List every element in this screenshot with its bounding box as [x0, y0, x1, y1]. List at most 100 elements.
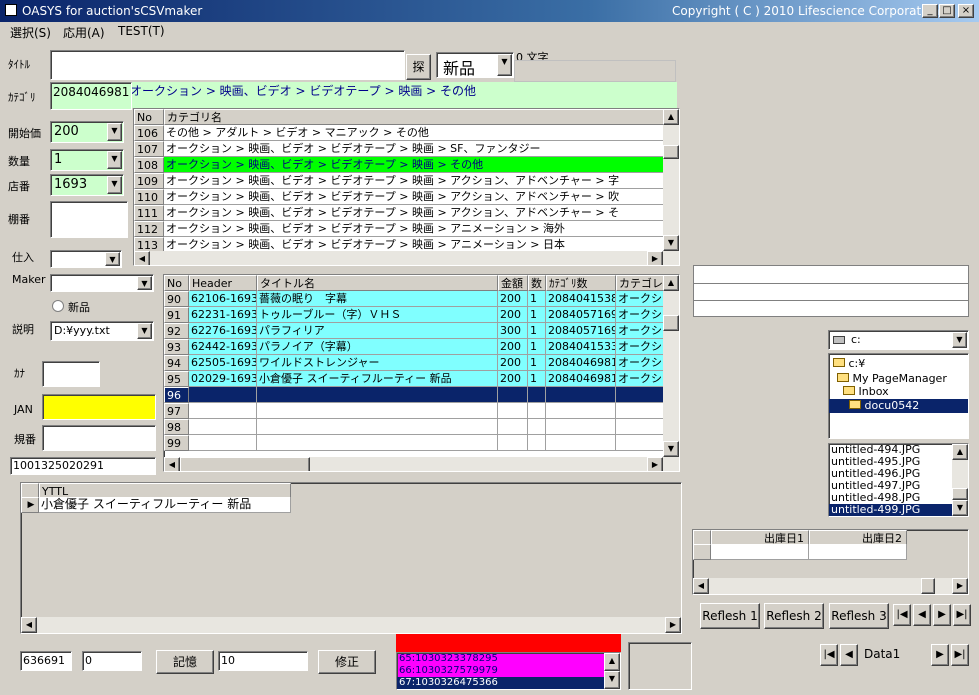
- item-cell-t[interactable]: ワイルドストレンジャー: [257, 355, 498, 371]
- maker-select[interactable]: ▼: [50, 274, 154, 292]
- ship-date-2-cell[interactable]: [809, 544, 907, 560]
- chevron-down-icon[interactable]: ▼: [137, 323, 152, 339]
- item-cell-t[interactable]: パラノイア（字幕）: [257, 339, 498, 355]
- category-name-cell[interactable]: その他 > アダルト > ビデオ > マニアック > その他: [164, 125, 664, 141]
- count-input[interactable]: 636691: [20, 651, 72, 671]
- item-cell-p[interactable]: 200: [498, 355, 528, 371]
- item-cell-g[interactable]: オークシ: [616, 371, 666, 387]
- scroll-left-icon[interactable]: ◀: [164, 457, 180, 471]
- category-row[interactable]: 110 オークション > 映画、ビデオ > ビデオテープ > 映画 > アクション…: [134, 189, 664, 205]
- list-item[interactable]: 67:1030326475366: [397, 677, 604, 689]
- prev-record-icon[interactable]: ◀: [913, 604, 931, 626]
- item-cell-g[interactable]: オークシ: [616, 339, 666, 355]
- item-cell-q[interactable]: [528, 403, 546, 419]
- item-cell-t[interactable]: トゥルーブルー（字）ＶＨＳ: [257, 307, 498, 323]
- chevron-down-icon[interactable]: ▼: [107, 176, 122, 194]
- category-grid[interactable]: No カテゴリ名 106 その他 > アダルト > ビデオ > マニアック > そ…: [133, 108, 680, 266]
- scroll-up-icon[interactable]: ▲: [604, 653, 620, 671]
- yttl-grid[interactable]: YTTL ▶ 小倉優子 スイーティフルーティー 新品 ◀ ▶: [20, 482, 682, 634]
- item-cell-q[interactable]: 1: [528, 371, 546, 387]
- item-grid[interactable]: No Header タイトル名 金額 数 ｶﾃｺﾞﾘ数 カテゴレ 90 62106…: [163, 274, 680, 472]
- store-select[interactable]: 1693 ▼: [50, 174, 124, 196]
- item-hscroll[interactable]: ◀ ▶: [164, 457, 679, 471]
- item-cell-p[interactable]: [498, 419, 528, 435]
- item-cell-q[interactable]: [528, 419, 546, 435]
- scroll-down-icon[interactable]: ▼: [663, 235, 679, 251]
- scroll-right-icon[interactable]: ▶: [647, 251, 663, 265]
- item-cell-q[interactable]: 1: [528, 323, 546, 339]
- item-row[interactable]: 93 62442-1693 パラノイア（字幕） 200 1 2084041533 オークシ: [164, 339, 666, 355]
- chevron-down-icon[interactable]: ▼: [105, 252, 120, 266]
- desc-file-select[interactable]: D:¥yyy.txt ▼: [50, 321, 154, 341]
- scroll-left-icon[interactable]: ◀: [693, 578, 709, 594]
- menu-select[interactable]: 選択(S): [10, 24, 51, 41]
- item-cell-h[interactable]: 02029-1693: [189, 371, 257, 387]
- item-cell-t[interactable]: 薔薇の眠り 字幕: [257, 291, 498, 307]
- item-cell-g[interactable]: オークシ: [616, 323, 666, 339]
- category-name-cell[interactable]: オークション > 映画、ビデオ > ビデオテープ > 映画 > アクション、アド…: [164, 189, 664, 205]
- category-name-cell[interactable]: オークション > 映画、ビデオ > ビデオテープ > 映画 > SF、ファンタジ…: [164, 141, 664, 157]
- scroll-right-icon[interactable]: ▶: [665, 617, 681, 633]
- item-row[interactable]: 99: [164, 435, 666, 451]
- memo-button[interactable]: 記憶: [156, 650, 214, 674]
- ship-date-grid[interactable]: 出庫日1 出庫日2 ◀ ▶: [692, 529, 969, 595]
- category-row[interactable]: 112 オークション > 映画、ビデオ > ビデオテープ > 映画 > アニメーシ…: [134, 221, 664, 237]
- data-first-icon[interactable]: |◀: [820, 644, 838, 666]
- item-cell-h[interactable]: [189, 419, 257, 435]
- item-cell-t[interactable]: [257, 403, 498, 419]
- memo-input[interactable]: 10: [218, 651, 308, 671]
- item-cell-g[interactable]: オークシ: [616, 291, 666, 307]
- item-cell-p[interactable]: [498, 435, 528, 451]
- refresh-3-button[interactable]: Reflesh 3: [829, 603, 889, 629]
- refresh-2-button[interactable]: Reflesh 2: [764, 603, 824, 629]
- item-row[interactable]: 92 62276-1693 パラフィリア 300 1 2084057169 オークシ: [164, 323, 666, 339]
- data-prev-icon[interactable]: ◀: [840, 644, 858, 666]
- item-cell-t[interactable]: 小倉優子 スイーティフルーティー 新品: [257, 371, 498, 387]
- item-cell-c[interactable]: [546, 419, 616, 435]
- shelf-input[interactable]: [50, 201, 128, 238]
- item-cell-g[interactable]: [616, 435, 666, 451]
- close-icon[interactable]: ×: [958, 4, 974, 18]
- fix-button[interactable]: 修正: [318, 650, 376, 674]
- scroll-down-icon[interactable]: ▼: [604, 671, 620, 689]
- scroll-left-icon[interactable]: ◀: [134, 251, 150, 265]
- list-vscroll[interactable]: ▲ ▼: [604, 653, 620, 689]
- yttl-hscroll[interactable]: ◀ ▶: [21, 617, 681, 633]
- category-row[interactable]: 111 オークション > 映画、ビデオ > ビデオテープ > 映画 > アクション…: [134, 205, 664, 221]
- item-cell-c[interactable]: 2084046981: [546, 371, 616, 387]
- barcode-input[interactable]: 1001325020291: [10, 457, 156, 475]
- item-cell-h[interactable]: [189, 403, 257, 419]
- item-cell-h[interactable]: [189, 387, 257, 403]
- item-cell-c[interactable]: 2084041533: [546, 339, 616, 355]
- ship-date-1-cell[interactable]: [711, 544, 809, 560]
- start-price-select[interactable]: 200 ▼: [50, 121, 124, 143]
- category-row[interactable]: 108 オークション > 映画、ビデオ > ビデオテープ > 映画 > その他: [134, 157, 664, 173]
- jan-input[interactable]: [42, 394, 156, 420]
- data-next-icon[interactable]: ▶: [931, 644, 949, 666]
- folder-item[interactable]: My PageManager: [853, 372, 947, 385]
- yttl-value[interactable]: 小倉優子 スイーティフルーティー 新品: [39, 497, 291, 513]
- item-cell-t[interactable]: [257, 419, 498, 435]
- file-item[interactable]: untitled-499.JPG: [829, 504, 952, 516]
- first-record-icon[interactable]: |◀: [893, 604, 911, 626]
- category-name-cell[interactable]: オークション > 映画、ビデオ > ビデオテープ > 映画 > アクション、アド…: [164, 173, 664, 189]
- file-vscroll[interactable]: ▲ ▼: [952, 444, 968, 516]
- spec-input[interactable]: [42, 425, 156, 451]
- new-radio[interactable]: [52, 300, 64, 312]
- scroll-down-icon[interactable]: ▼: [663, 441, 679, 457]
- category-input[interactable]: 2084046981: [50, 82, 132, 110]
- scroll-up-icon[interactable]: ▲: [952, 444, 968, 460]
- minimize-icon[interactable]: _: [922, 4, 938, 18]
- item-cell-h[interactable]: [189, 435, 257, 451]
- number-list[interactable]: 65:1030323378295 66:1030327579979 67:103…: [396, 652, 621, 690]
- folder-tree[interactable]: c:¥ My PageManager Inbox docu0542: [828, 353, 969, 439]
- scroll-down-icon[interactable]: ▼: [952, 500, 968, 516]
- item-cell-g[interactable]: [616, 419, 666, 435]
- item-cell-h[interactable]: 62231-1693: [189, 307, 257, 323]
- next-record-icon[interactable]: ▶: [933, 604, 951, 626]
- folder-item[interactable]: Inbox: [859, 385, 889, 398]
- item-cell-h[interactable]: 62276-1693: [189, 323, 257, 339]
- item-cell-h[interactable]: 62505-1693: [189, 355, 257, 371]
- chevron-down-icon[interactable]: ▼: [107, 151, 122, 169]
- scroll-up-icon[interactable]: ▲: [663, 109, 679, 125]
